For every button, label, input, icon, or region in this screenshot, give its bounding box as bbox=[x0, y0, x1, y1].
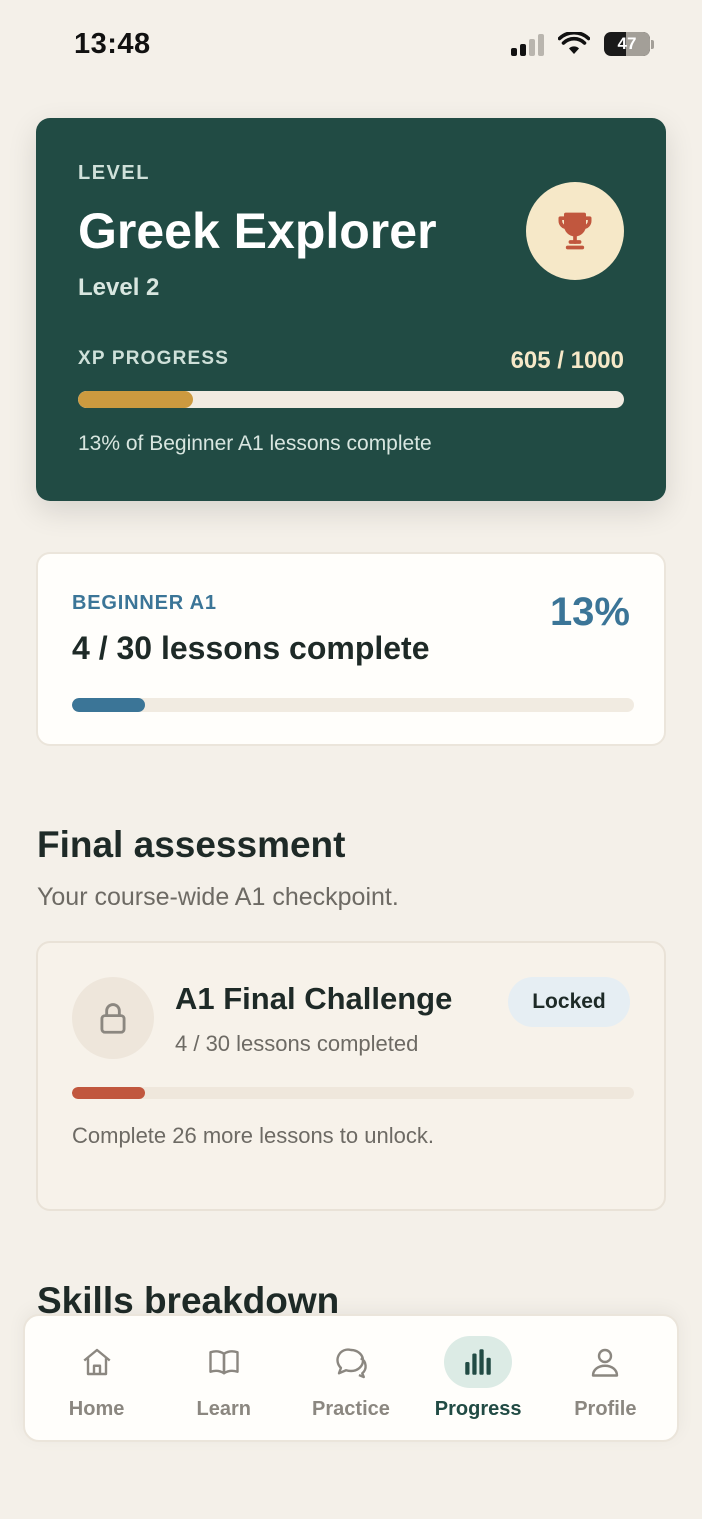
trophy-icon bbox=[558, 212, 592, 250]
bottom-tab-bar: Home Learn Practice Progress Profile bbox=[23, 1314, 679, 1442]
chat-icon bbox=[336, 1347, 367, 1378]
bar-chart-icon bbox=[465, 1348, 491, 1375]
locked-status-badge: Locked bbox=[508, 977, 630, 1027]
level-card: LEVEL Greek Explorer Level 2 XP PROGRESS… bbox=[36, 118, 666, 501]
course-percent: 13% bbox=[549, 590, 630, 634]
tab-profile[interactable]: Profile bbox=[543, 1336, 667, 1421]
skills-breakdown-heading: Skills breakdown bbox=[37, 1280, 340, 1316]
xp-progress-bar bbox=[78, 391, 624, 408]
status-bar: 13:48 47 bbox=[0, 0, 702, 90]
final-challenge-title: A1 Final Challenge bbox=[175, 981, 453, 1016]
tab-practice-label: Practice bbox=[312, 1397, 390, 1420]
status-icons: 47 bbox=[511, 32, 654, 56]
course-progress-card[interactable]: BEGINNER A1 4 / 30 lessons complete 13% bbox=[36, 552, 666, 746]
home-icon bbox=[83, 1348, 111, 1375]
level-eyebrow: LEVEL bbox=[78, 162, 150, 184]
level-subtitle: Level 2 bbox=[78, 274, 160, 301]
tab-progress[interactable]: Progress bbox=[416, 1335, 540, 1421]
level-note: 13% of Beginner A1 lessons complete bbox=[78, 432, 432, 455]
final-challenge-note: Complete 26 more lessons to unlock. bbox=[72, 1123, 434, 1148]
course-eyebrow: BEGINNER A1 bbox=[72, 592, 217, 614]
lock-icon bbox=[100, 1003, 126, 1034]
user-icon bbox=[592, 1348, 619, 1377]
final-assessment-heading: Final assessment bbox=[37, 824, 346, 865]
battery-icon: 47 bbox=[604, 32, 650, 56]
level-title: Greek Explorer bbox=[78, 203, 437, 259]
tab-home-label: Home bbox=[68, 1397, 125, 1420]
wifi-icon bbox=[558, 32, 590, 54]
lock-badge bbox=[72, 977, 154, 1059]
xp-progress-label: XP PROGRESS bbox=[78, 348, 230, 369]
trophy-badge bbox=[526, 182, 624, 280]
final-challenge-subtitle: 4 / 30 lessons completed bbox=[175, 1031, 419, 1056]
battery-level: 47 bbox=[617, 34, 637, 53]
course-progress-fill bbox=[72, 698, 146, 712]
final-challenge-progress-fill bbox=[72, 1087, 146, 1099]
tab-practice[interactable]: Practice bbox=[289, 1336, 413, 1421]
tab-learn-label: Learn bbox=[196, 1397, 252, 1420]
book-icon bbox=[209, 1349, 239, 1374]
course-progress-bar bbox=[72, 698, 634, 712]
tab-home[interactable]: Home bbox=[35, 1336, 159, 1421]
final-assessment-subheading: Your course-wide A1 checkpoint. bbox=[37, 883, 399, 911]
status-time: 13:48 bbox=[74, 28, 151, 60]
final-challenge-card[interactable]: A1 Final Challenge 4 / 30 lessons comple… bbox=[36, 941, 666, 1211]
course-title: 4 / 30 lessons complete bbox=[72, 630, 430, 666]
tab-profile-label: Profile bbox=[574, 1397, 637, 1420]
xp-progress-fill bbox=[78, 391, 193, 408]
tab-progress-label: Progress bbox=[434, 1397, 522, 1420]
cellular-signal-icon bbox=[511, 32, 544, 56]
xp-progress-value: 605 / 1000 bbox=[510, 347, 624, 374]
final-challenge-progress-bar bbox=[72, 1087, 634, 1099]
tab-learn[interactable]: Learn bbox=[162, 1336, 286, 1421]
